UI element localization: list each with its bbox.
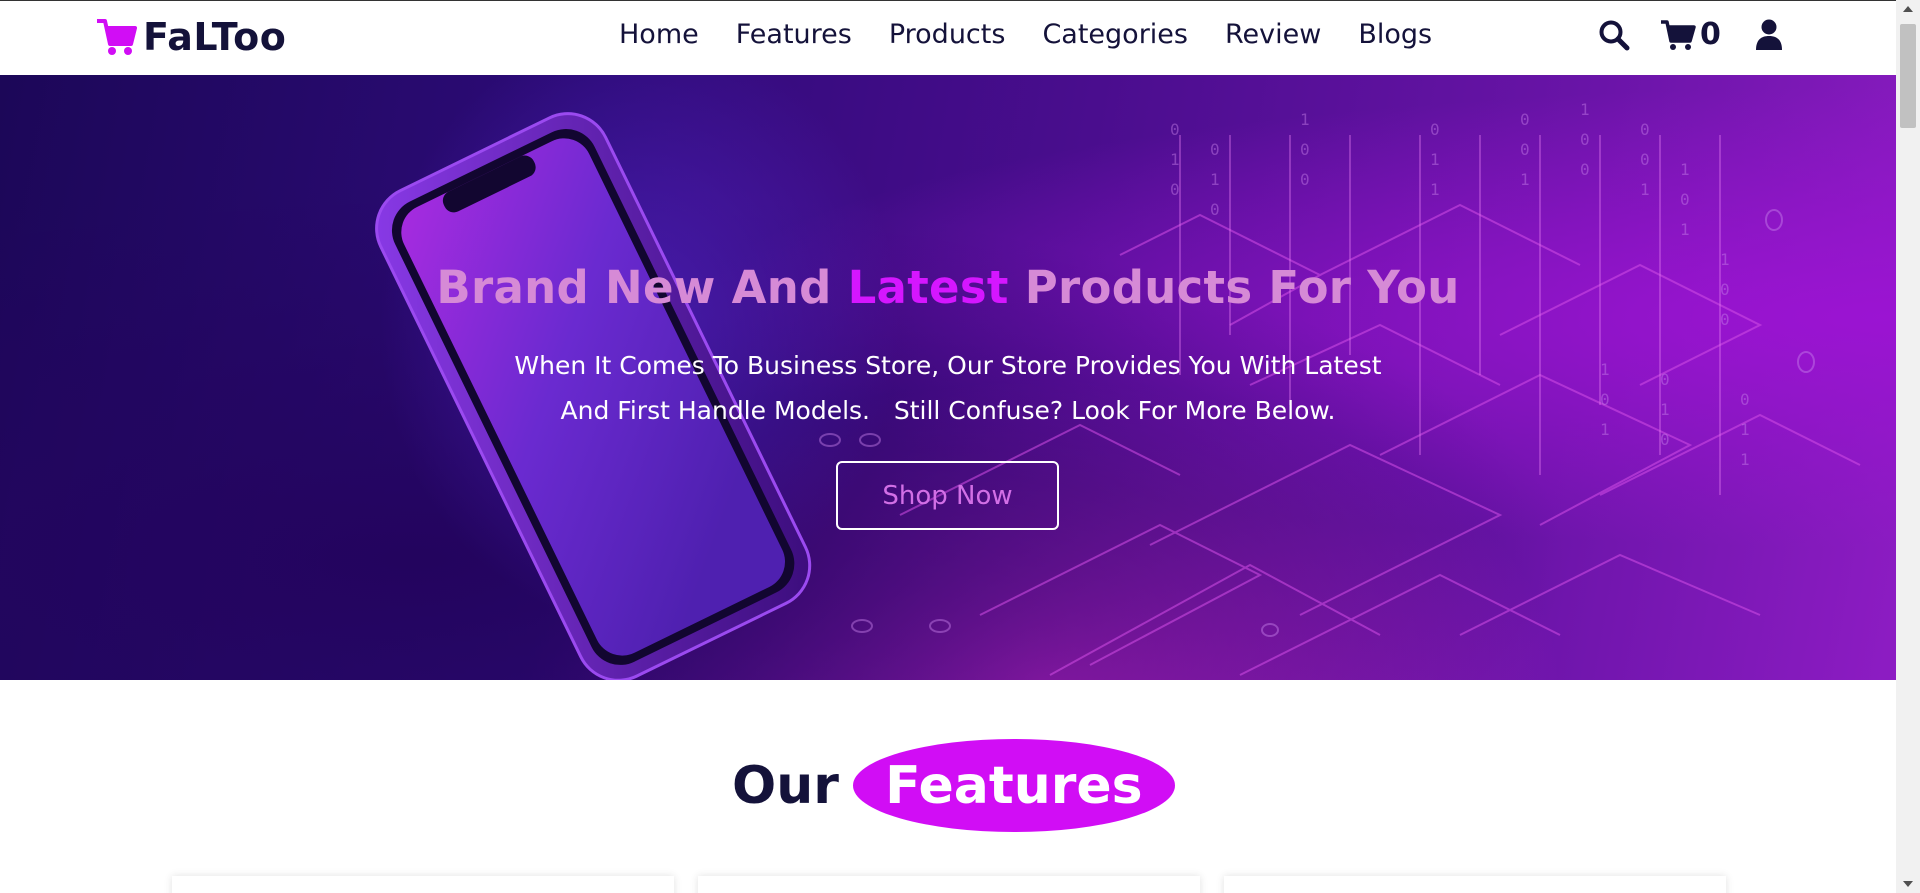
main-nav: Home Features Products Categories Review… — [619, 19, 1469, 50]
hero-title-accent: Latest — [847, 261, 1009, 314]
features-heading-pill: Features — [852, 739, 1175, 832]
cart-count: 0 — [1700, 17, 1721, 52]
feature-card — [698, 876, 1200, 893]
scroll-down-arrow-icon[interactable] — [1902, 879, 1914, 889]
features-heading: Our Features — [732, 739, 1175, 832]
scrollbar-thumb[interactable] — [1900, 24, 1916, 128]
hero-subtitle-line2: And First Handle Models. Still Confuse? … — [560, 396, 1336, 425]
hero-content: Brand New And Latest Products For You Wh… — [0, 75, 1896, 680]
feature-card — [1224, 876, 1726, 893]
nav-blogs[interactable]: Blogs — [1358, 19, 1432, 50]
cart-button[interactable]: 0 — [1660, 17, 1721, 52]
nav-categories[interactable]: Categories — [1042, 19, 1188, 50]
hero-title: Brand New And Latest Products For You — [0, 261, 1896, 314]
brand-name: FaLToo — [143, 15, 287, 59]
nav-features[interactable]: Features — [736, 19, 852, 50]
site-header: FaLToo Home Features Products Categories… — [0, 0, 1896, 75]
hero-banner: 010 010 100 011 001 100 001 101 100 101 … — [0, 75, 1896, 680]
feature-cards — [172, 876, 1726, 893]
search-icon[interactable] — [1598, 19, 1630, 51]
shopping-cart-icon — [97, 19, 137, 55]
hero-subtitle: When It Comes To Business Store, Our Sto… — [0, 343, 1896, 433]
nav-home[interactable]: Home — [619, 19, 699, 50]
page-scrollbar[interactable] — [1896, 0, 1920, 893]
hero-subtitle-line1: When It Comes To Business Store, Our Sto… — [514, 351, 1382, 380]
hero-title-part2: Products For You — [1008, 261, 1460, 314]
hero-title-part1: Brand New And — [436, 261, 848, 314]
feature-card — [172, 876, 674, 893]
scroll-up-arrow-icon[interactable] — [1902, 4, 1914, 14]
nav-products[interactable]: Products — [889, 19, 1006, 50]
user-icon[interactable] — [1755, 19, 1783, 51]
nav-review[interactable]: Review — [1225, 19, 1321, 50]
brand-logo[interactable]: FaLToo — [95, 15, 286, 59]
cart-icon — [1661, 19, 1696, 50]
features-heading-word1: Our — [732, 755, 839, 816]
shop-now-button[interactable]: Shop Now — [836, 461, 1059, 530]
header-actions: 0 — [1598, 17, 1783, 52]
